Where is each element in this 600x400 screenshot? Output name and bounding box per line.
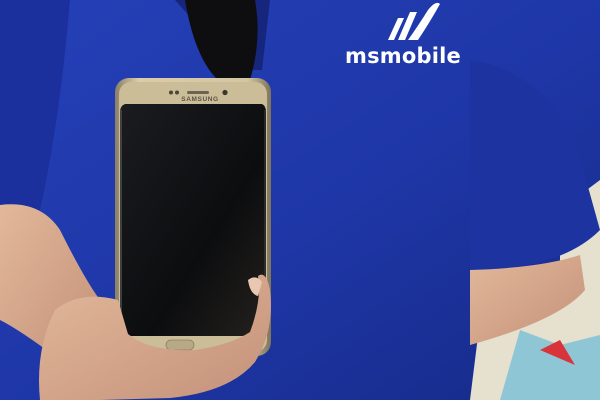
phone: [115, 78, 271, 356]
phone-brand-label: SAMSUNG: [181, 96, 219, 103]
photo-illustration: [0, 0, 600, 400]
photo-scene: msmobile SAMSUNG: [0, 0, 600, 400]
shirt-logo-text: msmobile: [345, 44, 461, 68]
